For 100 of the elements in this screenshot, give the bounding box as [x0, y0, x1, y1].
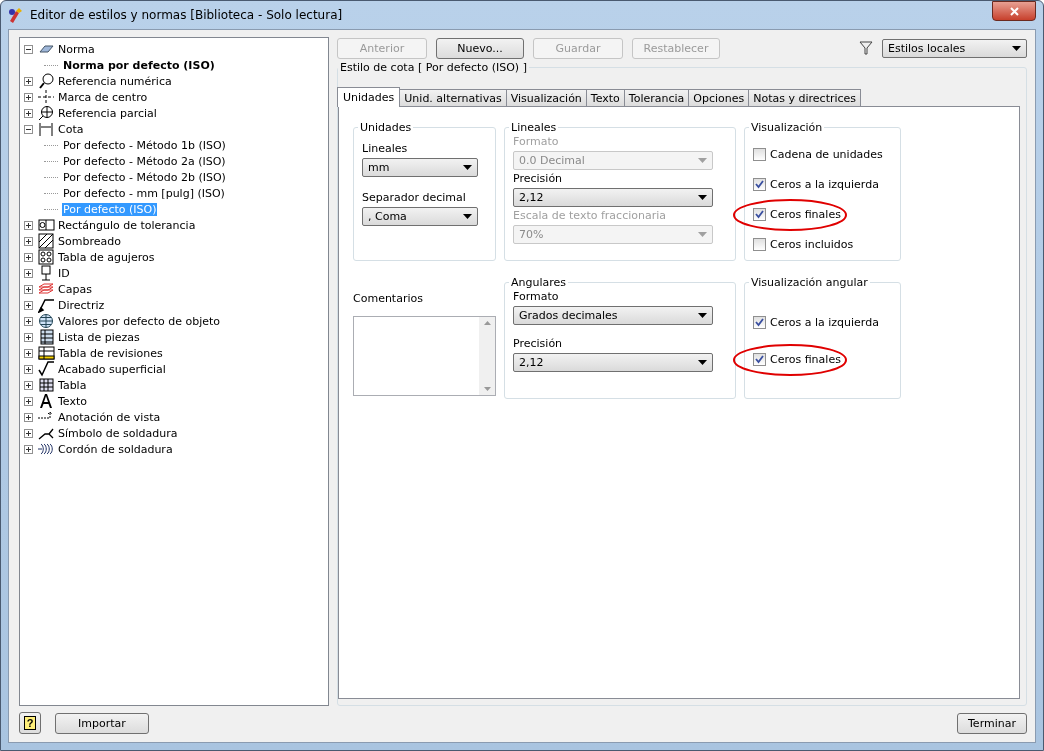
group-title: Unidades [358, 121, 414, 134]
expand-icon[interactable] [24, 316, 33, 326]
tree-node-icon [38, 89, 55, 105]
tree-item[interactable]: Acabado superficial [57, 362, 167, 376]
group-title: Estilo de cota [ Por defecto (ISO) ] [338, 61, 529, 74]
help-button[interactable]: ? [19, 712, 41, 734]
dropdown[interactable]: , Coma [362, 207, 478, 226]
expand-icon[interactable] [24, 396, 33, 406]
tab[interactable]: Notas y directrices [748, 89, 862, 107]
collapse-icon[interactable] [24, 44, 33, 54]
tree-item[interactable]: Tabla [57, 378, 88, 392]
tree-item[interactable]: Cordón de soldadura [57, 442, 174, 456]
tree-item[interactable]: Directriz [57, 298, 106, 312]
tree-item[interactable]: Rectángulo de tolerancia [57, 218, 197, 232]
tree-item[interactable]: Referencia parcial [57, 106, 158, 120]
dropdown[interactable]: 2,12 [513, 353, 713, 372]
field-label: Formato [513, 135, 560, 148]
field-label: Precisión [513, 337, 564, 350]
tree-item[interactable]: Referencia numérica [57, 74, 173, 88]
group-title: Visualización [749, 121, 825, 134]
checkbox-label: Ceros incluidos [770, 238, 854, 251]
checkbox[interactable] [753, 148, 766, 161]
expand-icon[interactable] [24, 252, 33, 262]
checkbox-label: Ceros finales [770, 208, 841, 221]
dropdown-caret-icon [463, 214, 472, 219]
tree-item[interactable]: Por defecto - Método 2b (ISO) [62, 170, 227, 184]
field-label: Lineales [362, 142, 409, 155]
checkbox[interactable] [753, 353, 766, 366]
collapse-icon[interactable] [24, 124, 33, 134]
tree-node-icon [38, 361, 55, 377]
expand-icon[interactable] [24, 220, 33, 230]
expand-icon[interactable] [24, 108, 33, 118]
tree-item[interactable]: Símbolo de soldadura [57, 426, 179, 440]
tree-item[interactable]: Cota [57, 122, 85, 136]
tree-node-icon [38, 73, 55, 89]
expand-icon[interactable] [24, 300, 33, 310]
group-title: Lineales [509, 121, 559, 134]
tree-item[interactable]: Por defecto - Método 1b (ISO) [62, 138, 227, 152]
tree-item[interactable]: Texto [57, 394, 88, 408]
tree-item[interactable]: Por defecto - Método 2a (ISO) [62, 154, 227, 168]
tree-item[interactable]: Capas [57, 282, 93, 296]
close-button[interactable] [992, 1, 1036, 21]
expand-icon[interactable] [24, 92, 33, 102]
tree-item[interactable]: Norma por defecto (ISO) [62, 58, 216, 72]
tree-item[interactable]: Tabla de agujeros [57, 250, 156, 264]
expand-icon[interactable] [24, 76, 33, 86]
tab[interactable]: Unidades [337, 87, 401, 107]
checkmark-icon [755, 210, 764, 219]
expand-icon[interactable] [24, 268, 33, 278]
tree-item[interactable]: Lista de piezas [57, 330, 141, 344]
dropdown[interactable]: 2,12 [513, 188, 713, 207]
tree-item[interactable]: Anotación de vista [57, 410, 162, 424]
checkbox[interactable] [753, 178, 766, 191]
tree-node-icon [38, 329, 55, 345]
expand-icon[interactable] [24, 444, 33, 454]
tree-node-icon [38, 233, 55, 249]
tab[interactable]: Unid. alternativas [399, 89, 507, 107]
tab[interactable]: Texto [585, 89, 625, 107]
tree-item[interactable]: Por defecto - mm [pulg] (ISO) [62, 186, 226, 200]
expand-icon[interactable] [24, 284, 33, 294]
checkbox[interactable] [753, 238, 766, 251]
dropdown-caret-icon [698, 232, 707, 237]
checkbox[interactable] [753, 208, 766, 221]
expand-icon[interactable] [24, 380, 33, 390]
scroll-down-icon [483, 387, 491, 391]
tab[interactable]: Visualización [505, 89, 587, 107]
tree-item[interactable]: Norma [57, 42, 96, 56]
tree-item[interactable]: Sombreado [57, 234, 122, 248]
tree-node-icon [38, 297, 55, 313]
checkbox-label: Ceros a la izquierda [770, 178, 879, 191]
tab[interactable]: Tolerancia [623, 89, 690, 107]
tree-item[interactable]: Valores por defecto de objeto [57, 314, 221, 328]
dropdown[interactable]: mm [362, 158, 478, 177]
expand-icon[interactable] [24, 332, 33, 342]
dropdown-caret-icon [698, 195, 707, 200]
import-button[interactable]: Importar [55, 712, 149, 734]
tree-item[interactable]: ID [57, 266, 71, 280]
dropdown-caret-icon [698, 313, 707, 318]
tree-node-icon [38, 105, 55, 121]
filter-icon [859, 41, 873, 55]
comments-field[interactable] [353, 316, 496, 396]
close-icon [1009, 6, 1019, 16]
tree-node-icon [38, 121, 55, 137]
finish-button[interactable]: Terminar [957, 712, 1027, 734]
dropdown[interactable]: Estilos locales [882, 38, 1027, 58]
dropdown[interactable]: Grados decimales [513, 306, 713, 325]
expand-icon[interactable] [24, 236, 33, 246]
tree-item[interactable]: Tabla de revisiones [57, 346, 164, 360]
tree-item[interactable]: Marca de centro [57, 90, 149, 104]
expand-icon[interactable] [24, 412, 33, 422]
group-title: Visualización angular [749, 276, 870, 289]
group-title: Angulares [509, 276, 569, 289]
expand-icon[interactable] [24, 428, 33, 438]
checkbox-label: Ceros finales [770, 353, 841, 366]
checkbox[interactable] [753, 316, 766, 329]
tab[interactable]: Opciones [688, 89, 750, 107]
expand-icon[interactable] [24, 364, 33, 374]
expand-icon[interactable] [24, 348, 33, 358]
toolbar-button[interactable]: Nuevo... [436, 37, 524, 59]
field-label: Precisión [513, 172, 564, 185]
